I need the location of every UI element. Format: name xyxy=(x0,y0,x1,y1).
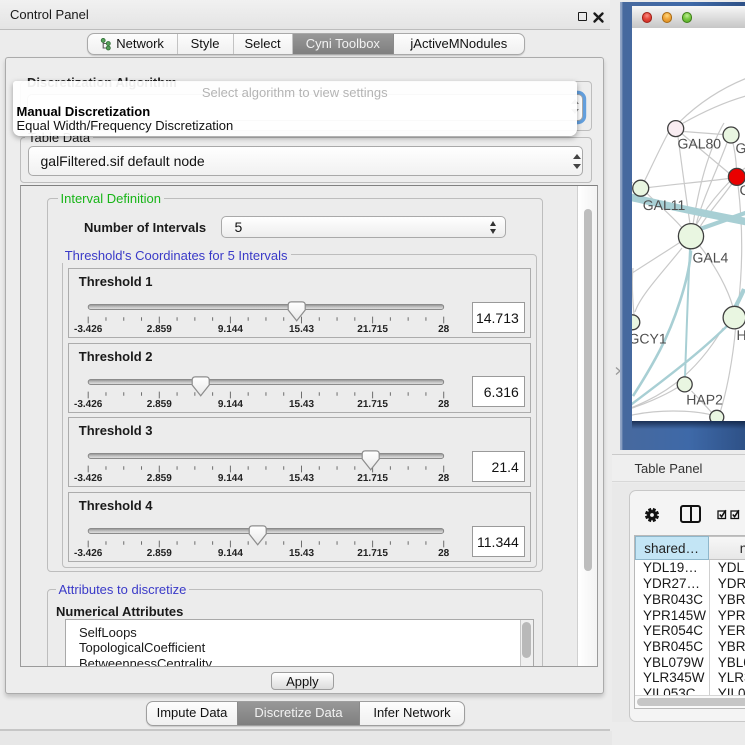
svg-text:9.144: 9.144 xyxy=(218,324,243,335)
svg-text:GA: GA xyxy=(736,140,745,156)
svg-text:9.144: 9.144 xyxy=(218,399,243,410)
svg-text:21.715: 21.715 xyxy=(357,548,388,559)
svg-text:GAL11: GAL11 xyxy=(643,197,686,213)
svg-text:15.43: 15.43 xyxy=(289,399,314,410)
svg-text:2.859: 2.859 xyxy=(147,324,172,335)
svg-text:28: 28 xyxy=(438,548,450,559)
svg-text:15.43: 15.43 xyxy=(289,324,314,335)
svg-text:GAL80: GAL80 xyxy=(678,136,722,152)
svg-text:2.859: 2.859 xyxy=(147,548,172,559)
svg-text:-3.426: -3.426 xyxy=(74,473,103,484)
svg-text:21.715: 21.715 xyxy=(357,324,388,335)
svg-text:9.144: 9.144 xyxy=(218,473,243,484)
svg-text:GAL4: GAL4 xyxy=(693,249,729,265)
svg-text:2.859: 2.859 xyxy=(147,473,172,484)
svg-text:28: 28 xyxy=(438,324,450,335)
svg-text:28: 28 xyxy=(438,399,450,410)
svg-text:HI: HI xyxy=(737,327,745,343)
svg-text:2.859: 2.859 xyxy=(147,399,172,410)
svg-text:28: 28 xyxy=(438,473,450,484)
svg-text:-3.426: -3.426 xyxy=(74,324,103,335)
svg-text:CR: CR xyxy=(740,182,745,198)
svg-text:-3.426: -3.426 xyxy=(74,548,103,559)
svg-text:21.715: 21.715 xyxy=(357,399,388,410)
svg-text:GCY1: GCY1 xyxy=(632,331,667,347)
svg-text:15.43: 15.43 xyxy=(289,548,314,559)
svg-text:HAP2: HAP2 xyxy=(686,392,723,408)
svg-text:15.43: 15.43 xyxy=(289,473,314,484)
svg-text:9.144: 9.144 xyxy=(218,548,243,559)
svg-text:21.715: 21.715 xyxy=(357,473,388,484)
svg-text:-3.426: -3.426 xyxy=(74,399,103,410)
